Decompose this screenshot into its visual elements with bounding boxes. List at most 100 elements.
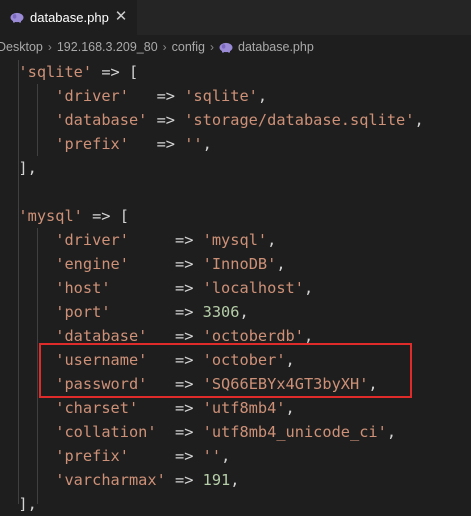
code-operator: => [ (92, 63, 139, 81)
code-operator: , (368, 375, 378, 393)
tab-database-php[interactable]: database.php ✕ (0, 0, 137, 35)
close-icon[interactable]: ✕ (113, 9, 129, 25)
code-line[interactable]: 'password' => 'SQ66EBYx4GT3byXH', (0, 372, 378, 396)
code-line[interactable]: 'port' => 3306, (0, 300, 249, 324)
code-string: 'prefix' (55, 447, 129, 465)
code-operator: => (128, 135, 185, 153)
code-string: 'driver' (55, 231, 129, 249)
code-operator: => [ (82, 207, 129, 225)
code-operator: , (303, 279, 314, 297)
code-operator: => (165, 471, 203, 489)
code-editor[interactable]: 'sqlite' => [ 'driver' => 'sqlite', 'dat… (0, 60, 471, 513)
code-operator: , (202, 135, 212, 153)
code-string: 'prefix' (55, 135, 129, 153)
code-string: 'InnoDB' (202, 255, 277, 273)
code-line[interactable]: ], (0, 492, 37, 516)
code-operator: , (285, 399, 295, 417)
tab-label: database.php (30, 10, 109, 25)
code-operator: , (386, 423, 397, 441)
breadcrumb-separator: › (47, 40, 52, 54)
code-line[interactable]: 'database' => 'storage/database.sqlite', (0, 108, 424, 132)
code-line[interactable]: 'driver' => 'sqlite', (0, 84, 267, 108)
breadcrumb-item-host[interactable]: 192.168.3.209_80 (57, 40, 158, 54)
code-line[interactable]: ], (0, 156, 37, 180)
code-string: '' (202, 447, 222, 465)
code-operator: , (303, 327, 314, 345)
code-string: 'database' (55, 327, 148, 345)
code-line[interactable]: 'engine' => 'InnoDB', (0, 252, 286, 276)
code-line[interactable]: 'host' => 'localhost', (0, 276, 313, 300)
php-elephant-icon (219, 42, 233, 52)
code-string: 'mysql' (202, 231, 268, 249)
code-line[interactable]: 'prefix' => '', (0, 132, 212, 156)
code-operator: => (156, 423, 203, 441)
code-line[interactable]: 'sqlite' => [ (0, 60, 138, 84)
code-operator: => (147, 327, 203, 345)
breadcrumb: Desktop › 192.168.3.209_80 › config › da… (0, 36, 314, 58)
code-string: 'port' (55, 303, 111, 321)
code-number: 3306 (202, 303, 240, 321)
code-line[interactable]: 'mysql' => [ (0, 204, 129, 228)
code-string: 'storage/database.sqlite' (184, 111, 415, 129)
code-operator: => (147, 111, 185, 129)
code-string: 'octoberdb' (202, 327, 304, 345)
code-operator: => (147, 375, 203, 393)
code-operator: , (414, 111, 424, 129)
code-string: 'database' (55, 111, 148, 129)
code-operator: => (110, 303, 203, 321)
code-string: 'charset' (55, 399, 139, 417)
code-number: 191 (202, 471, 231, 489)
code-operator: , (221, 447, 231, 465)
code-operator: => (128, 255, 203, 273)
breadcrumb-separator: › (210, 40, 215, 54)
php-elephant-icon (10, 12, 24, 23)
code-operator: , (285, 351, 295, 369)
code-operator: ], (18, 495, 37, 513)
code-operator: => (128, 447, 203, 465)
breadcrumb-item-config[interactable]: config (172, 40, 205, 54)
code-line[interactable]: 'username' => 'october', (0, 348, 295, 372)
code-string: 'engine' (55, 255, 129, 273)
code-line[interactable]: 'driver' => 'mysql', (0, 228, 276, 252)
code-string: 'localhost' (202, 279, 304, 297)
code-string: 'varcharmax' (55, 471, 166, 489)
code-line[interactable]: 'database' => 'octoberdb', (0, 324, 313, 348)
code-operator: => (110, 279, 203, 297)
breadcrumb-item-desktop[interactable]: Desktop (0, 40, 43, 54)
code-operator: => (138, 399, 203, 417)
code-operator: => (147, 351, 203, 369)
code-string: 'host' (55, 279, 111, 297)
code-string: 'sqlite' (18, 63, 93, 81)
code-line[interactable]: 'varcharmax' => 191, (0, 468, 239, 492)
code-operator: ], (18, 159, 37, 177)
code-operator: , (239, 303, 249, 321)
breadcrumb-item-file[interactable]: database.php (238, 40, 314, 54)
code-operator: , (267, 231, 277, 249)
code-operator: , (276, 255, 286, 273)
code-operator: , (257, 87, 268, 105)
code-line[interactable]: 'collation' => 'utf8mb4_unicode_ci', (0, 420, 396, 444)
code-string: 'collation' (55, 423, 157, 441)
editor-tab-bar: database.php ✕ (0, 0, 471, 35)
code-string: 'password' (55, 375, 148, 393)
code-operator: => (128, 231, 203, 249)
code-string: 'october' (202, 351, 286, 369)
code-line[interactable]: 'charset' => 'utf8mb4', (0, 396, 295, 420)
breadcrumb-separator: › (162, 40, 167, 54)
code-string: 'driver' (55, 87, 129, 105)
code-line[interactable]: 'prefix' => '', (0, 444, 230, 468)
code-string: 'sqlite' (184, 87, 258, 105)
